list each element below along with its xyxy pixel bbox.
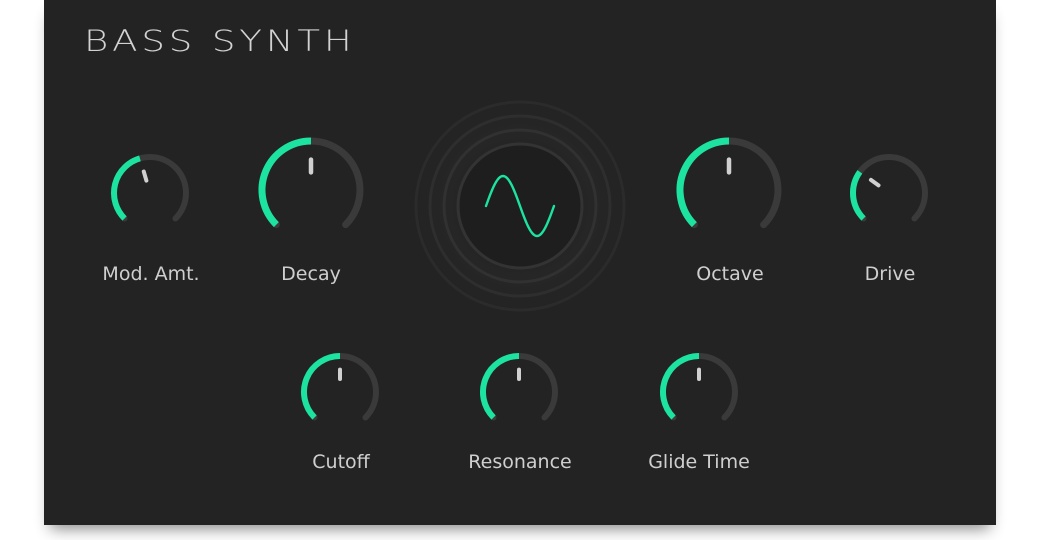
knob-value-arc [480,353,520,420]
knob-value-arc [676,137,730,228]
oscillator-display[interactable] [412,98,628,314]
resonance-label: Resonance [468,451,572,473]
cutoff-label: Cutoff [312,451,370,473]
knob-value-arc [850,170,866,221]
knob-value-arc [258,137,312,228]
glide-knob-graphic [660,353,738,421]
knob-track [850,154,928,222]
knob-value-arc [111,155,141,221]
bass-synth-panel: BASS SYNTH Mod. Amt. Decay Octave Drive … [44,0,996,525]
knob-pointer [141,169,149,183]
glide-time-label: Glide Time [648,451,750,473]
plugin-title: BASS SYNTH [84,24,356,58]
drive-label: Drive [864,263,916,285]
knob-value-arc [301,353,341,420]
knob-pointer [868,177,881,188]
knob-value-arc [660,353,700,420]
mod-amt-label: Mod. Amt. [102,263,200,285]
decay-label: Decay [281,263,341,285]
octave-label: Octave [696,263,764,285]
